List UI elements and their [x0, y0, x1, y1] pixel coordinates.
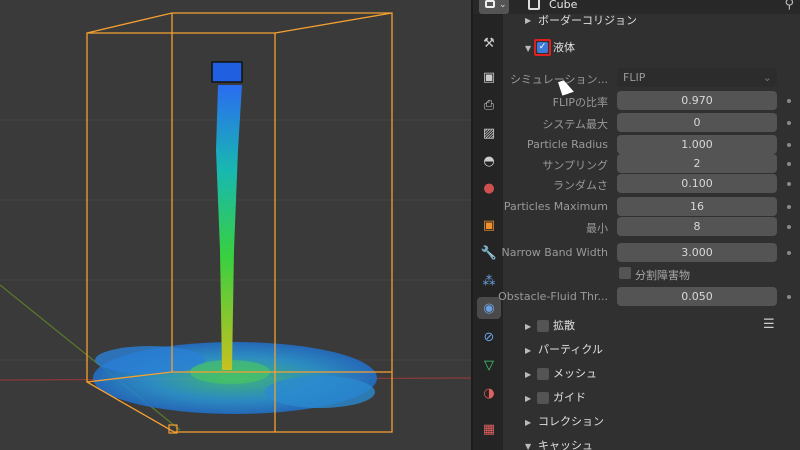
tab-scene[interactable]: ◓ [477, 150, 501, 172]
mesh-checkbox[interactable] [537, 368, 549, 380]
collapse-triangle-icon[interactable]: ▶ [525, 322, 531, 331]
viewport-scene [0, 12, 471, 434]
inflow-emitter [211, 61, 243, 83]
properties-editor-icon [485, 0, 495, 8]
scene-icon: ◓ [483, 153, 495, 169]
sampling-label: サンプリング [542, 159, 608, 172]
tab-texture[interactable]: ▦ [477, 418, 501, 440]
expand-triangle-icon[interactable]: ▼ [525, 442, 531, 450]
section-mesh[interactable]: メッシュ [553, 364, 597, 384]
world-icon: ● [483, 180, 495, 196]
chevron-down-icon: ⌄ [762, 71, 772, 84]
material-icon: ◑ [483, 385, 495, 401]
image-icon: ▨ [482, 125, 496, 141]
keyframe-dot-icon[interactable] [787, 182, 791, 186]
simulation-method-value: FLIP [623, 71, 646, 84]
narrow-band-width-field[interactable]: 3.000 [617, 243, 777, 262]
expand-triangle-icon[interactable]: ▼ [525, 44, 531, 53]
tab-particles[interactable]: ⁂ [477, 270, 501, 292]
section-collections[interactable]: コレクション [538, 412, 604, 432]
particles-icon: ⁂ [482, 273, 496, 289]
collapse-triangle-icon[interactable]: ▶ [525, 418, 531, 427]
fluid-stream [216, 85, 242, 370]
wrench-icon: 🔧 [480, 245, 498, 261]
diffusion-checkbox[interactable] [537, 320, 549, 332]
tab-world[interactable]: ● [477, 177, 501, 199]
constraint-icon: ⊘ [483, 329, 495, 345]
obstacle-fluid-threshold-field[interactable]: 0.050 [617, 287, 777, 306]
section-guides[interactable]: ガイド [553, 388, 586, 408]
tab-object[interactable]: ▣ [477, 214, 501, 236]
randomness-field[interactable]: 0.100 [617, 174, 777, 193]
collapse-triangle-icon[interactable]: ▶ [525, 394, 531, 403]
collapse-triangle-icon[interactable]: ▶ [525, 370, 531, 379]
minimum-field[interactable]: 8 [617, 217, 777, 236]
context-object-name: Cube [549, 0, 578, 11]
pin-icon[interactable]: ⚲ [784, 0, 794, 12]
section-diffusion[interactable]: 拡散 [553, 316, 575, 336]
system-max-field[interactable]: 0 [617, 113, 777, 132]
printer-icon: ⎙ [483, 97, 495, 113]
object-data-icon [528, 0, 540, 10]
section-particles[interactable]: パーティクル [538, 340, 603, 360]
tab-view-layer[interactable]: ▨ [477, 122, 501, 144]
keyframe-dot-icon[interactable] [787, 162, 791, 166]
fluid-pool [93, 342, 377, 414]
sampling-field[interactable]: 2 [617, 154, 777, 173]
split-obstacles-checkbox[interactable] [619, 267, 631, 279]
particles-maximum-field[interactable]: 16 [617, 197, 777, 216]
3d-viewport[interactable] [0, 0, 471, 450]
collapse-triangle-icon[interactable]: ▶ [525, 16, 531, 25]
keyframe-dot-icon[interactable] [787, 225, 791, 229]
section-cache[interactable]: キャッシュ [538, 436, 593, 450]
keyframe-dot-icon[interactable] [787, 99, 791, 103]
system-max-label: システム最大 [542, 118, 608, 131]
keyframe-dot-icon[interactable] [787, 251, 791, 255]
chevron-down-icon: ⌄ [499, 0, 507, 10]
tool-icon: ⚒ [483, 35, 495, 51]
section-liquid[interactable]: 液体 [553, 38, 575, 58]
simulation-method-dropdown[interactable]: FLIP ⌄ [617, 68, 777, 87]
keyframe-dot-icon[interactable] [787, 143, 791, 147]
physics-properties-panel: ▶ ボーダーコリジョン ▼ ✓ 液体 シミュレーション... FLIP ⌄ FL… [498, 11, 800, 450]
keyframe-dot-icon[interactable] [787, 295, 791, 299]
particle-radius-label: Particle Radius [526, 138, 608, 151]
flip-ratio-field[interactable]: 0.970 [617, 91, 777, 110]
minimum-label: 最小 [586, 222, 608, 235]
liquid-checkbox[interactable]: ✓ [537, 42, 548, 53]
narrow-band-width-label: Narrow Band Width [501, 246, 609, 259]
randomness-label: ランダムさ [553, 179, 608, 192]
texture-icon: ▦ [482, 421, 496, 437]
guides-checkbox[interactable] [537, 392, 549, 404]
editor-type-button[interactable]: ⌄ [479, 0, 509, 14]
keyframe-dot-icon[interactable] [787, 121, 791, 125]
split-obstacles-label: 分割障害物 [635, 269, 690, 282]
tab-output[interactable]: ⎙ [477, 94, 501, 116]
object-icon: ▣ [482, 217, 496, 233]
obstacle-fluid-threshold-label: Obstacle-Fluid Thr... [498, 290, 608, 303]
tab-constraints[interactable]: ⊘ [477, 326, 501, 348]
collapse-triangle-icon[interactable]: ▶ [525, 346, 531, 355]
properties-tab-strip: ⚒ ▣ ⎙ ▨ ◓ ● ▣ 🔧 ⁂ ◉ ⊘ ▽ ◑ ▦ [473, 14, 503, 450]
keyframe-dot-icon[interactable] [787, 205, 791, 209]
flip-ratio-label: FLIPの比率 [552, 96, 608, 109]
particle-radius-field[interactable]: 1.000 [617, 135, 777, 154]
list-menu-icon[interactable]: ☰ [763, 317, 775, 332]
physics-icon: ◉ [483, 300, 495, 316]
tab-tool[interactable]: ⚒ [477, 32, 501, 54]
camera-back-icon: ▣ [482, 69, 496, 85]
mesh-data-icon: ▽ [484, 357, 494, 373]
tab-render[interactable]: ▣ [477, 66, 501, 88]
tab-material[interactable]: ◑ [477, 382, 501, 404]
section-border-collisions[interactable]: ボーダーコリジョン [538, 11, 637, 31]
properties-editor: ⌄ Cube ⚲ ⚒ ▣ ⎙ ▨ ◓ ● ▣ 🔧 ⁂ ◉ ⊘ ▽ ◑ ▦ ▶ ボ… [473, 0, 800, 450]
tab-modifier[interactable]: 🔧 [477, 242, 501, 264]
tab-data[interactable]: ▽ [477, 354, 501, 376]
particles-maximum-label: Particles Maximum [503, 200, 608, 213]
